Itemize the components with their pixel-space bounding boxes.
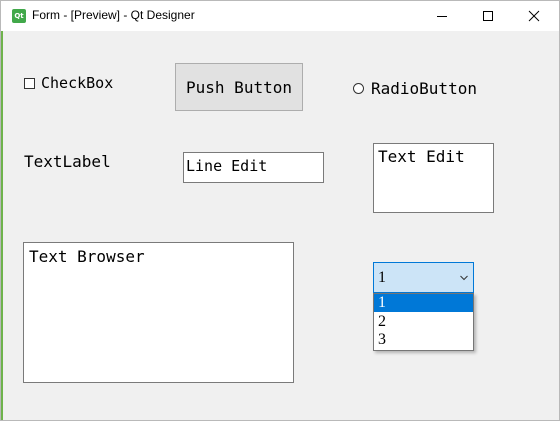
qt-designer-icon: Qt bbox=[12, 9, 26, 23]
text-edit[interactable]: Text Edit bbox=[373, 143, 494, 213]
minimize-button[interactable] bbox=[419, 1, 465, 31]
text-browser[interactable]: Text Browser bbox=[23, 242, 294, 383]
text-label: TextLabel bbox=[24, 152, 111, 171]
checkbox-box[interactable] bbox=[24, 77, 35, 89]
push-button[interactable]: Push Button bbox=[175, 63, 303, 111]
radio-button[interactable]: RadioButton bbox=[353, 78, 477, 98]
maximize-icon bbox=[483, 11, 493, 21]
combo-dropdown-list: 1 2 3 bbox=[373, 293, 474, 351]
maximize-button[interactable] bbox=[465, 1, 511, 31]
combo-box[interactable]: 1 bbox=[373, 262, 474, 293]
window-title: Form - [Preview] - Qt Designer bbox=[32, 8, 195, 22]
combo-option[interactable]: 1 bbox=[374, 294, 473, 312]
checkbox-label: CheckBox bbox=[41, 74, 114, 92]
chevron-down-icon bbox=[460, 275, 468, 281]
radio-button-label: RadioButton bbox=[371, 78, 477, 98]
radio-circle[interactable] bbox=[353, 82, 364, 94]
minimize-icon bbox=[437, 16, 447, 17]
line-edit[interactable]: Line Edit bbox=[183, 152, 324, 183]
close-icon bbox=[528, 10, 540, 22]
window-accent-strip bbox=[1, 31, 3, 420]
combo-option[interactable]: 2 bbox=[374, 313, 473, 331]
checkbox[interactable]: CheckBox bbox=[24, 73, 113, 93]
combo-selected-value: 1 bbox=[378, 269, 386, 286]
preview-window: Qt Form - [Preview] - Qt Designer CheckB… bbox=[0, 0, 560, 421]
close-button[interactable] bbox=[511, 1, 557, 31]
title-bar[interactable]: Qt Form - [Preview] - Qt Designer bbox=[1, 1, 559, 31]
combo-option[interactable]: 3 bbox=[374, 331, 473, 349]
